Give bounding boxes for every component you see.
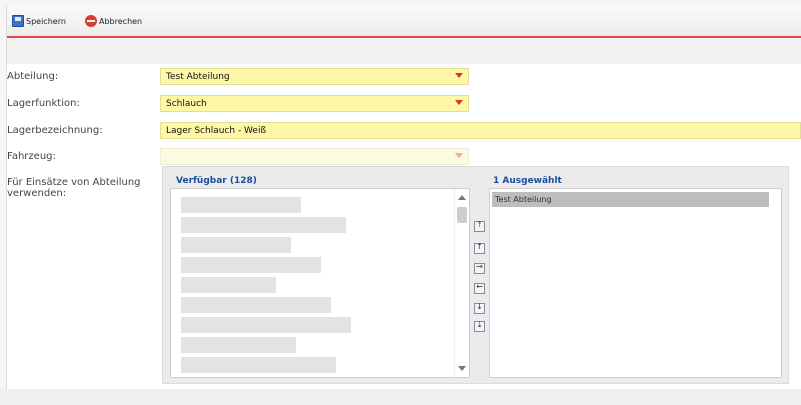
available-list-scrollbar[interactable] [454, 189, 469, 377]
move-up-button[interactable] [474, 242, 485, 254]
list-item[interactable] [181, 277, 276, 293]
fahrzeug-combo[interactable] [160, 148, 469, 165]
available-header: Verfügbar (128) [176, 176, 257, 186]
lagerfunktion-value: Schlauch [166, 99, 207, 109]
lagerfunktion-label: Lagerfunktion: [7, 98, 80, 109]
selected-list[interactable]: Test Abteilung [489, 188, 782, 378]
scroll-up-icon[interactable] [458, 195, 466, 200]
selected-item[interactable]: Test Abteilung [492, 192, 769, 207]
lagerfunktion-dropdown-trigger[interactable] [448, 96, 468, 111]
einsaetze-label: Für Einsätze von Abteilung verwenden: [7, 177, 141, 199]
list-item[interactable] [181, 237, 291, 253]
lagerbezeichnung-input[interactable]: Lager Schlauch - Weiß [160, 122, 801, 139]
list-item[interactable] [181, 197, 301, 213]
list-item[interactable] [181, 297, 331, 313]
fahrzeug-dropdown-trigger[interactable] [448, 149, 468, 164]
lagerbezeichnung-value: Lager Schlauch - Weiß [166, 126, 267, 136]
move-down-button[interactable] [474, 302, 485, 314]
list-item[interactable] [181, 357, 336, 373]
einsaetze-label-line1: Für Einsätze von Abteilung [7, 177, 141, 188]
move-bottom-button[interactable] [474, 320, 485, 332]
lagerbezeichnung-label: Lagerbezeichnung: [7, 125, 103, 136]
remove-from-selected-button[interactable] [474, 282, 485, 294]
cancel-label: Abbrechen [99, 16, 143, 26]
add-to-selected-button[interactable] [474, 262, 485, 274]
save-label: Speichern [26, 16, 66, 26]
cancel-icon [85, 15, 97, 27]
abteilung-value: Test Abteilung [166, 72, 230, 82]
scroll-thumb[interactable] [457, 207, 467, 223]
cancel-button[interactable]: Abbrechen [85, 14, 142, 28]
available-list[interactable] [170, 188, 470, 378]
selected-header: 1 Ausgewählt [493, 176, 562, 186]
abteilung-label: Abteilung: [7, 71, 59, 82]
list-item[interactable] [181, 337, 296, 353]
move-top-button[interactable] [474, 220, 485, 232]
save-button[interactable]: Speichern [12, 14, 66, 28]
abteilung-combo[interactable]: Test Abteilung [160, 68, 469, 85]
list-item[interactable] [181, 217, 346, 233]
floppy-disk-icon [12, 15, 24, 27]
subheader-bar [7, 38, 801, 64]
scroll-down-icon[interactable] [458, 366, 466, 371]
footer-bar [0, 389, 801, 405]
fahrzeug-label: Fahrzeug: [7, 151, 56, 162]
list-item[interactable] [181, 257, 321, 273]
toolbar: Speichern Abbrechen [7, 6, 801, 38]
einsaetze-label-line2: verwenden: [7, 188, 67, 199]
list-item[interactable] [181, 317, 351, 333]
lagerfunktion-combo[interactable]: Schlauch [160, 95, 469, 112]
abteilung-dropdown-trigger[interactable] [448, 69, 468, 84]
